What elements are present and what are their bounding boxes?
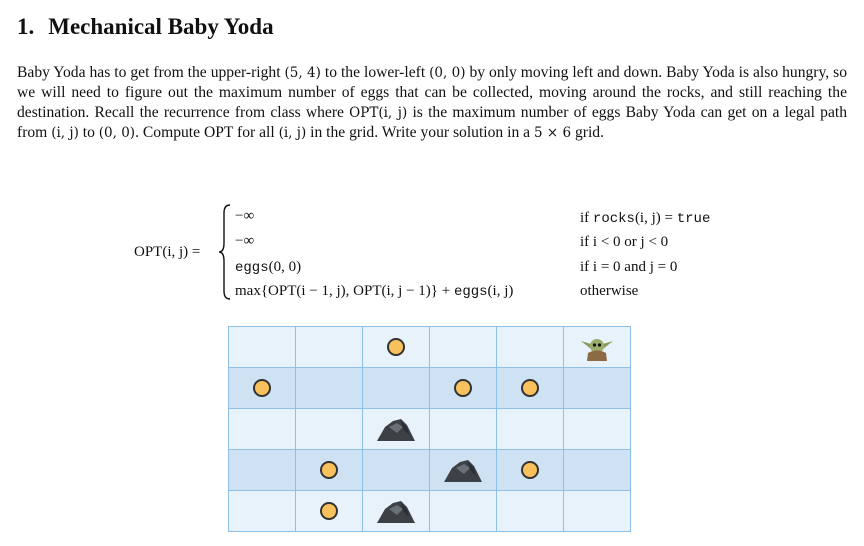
grid-cell [430, 450, 497, 491]
grid-cell [564, 368, 631, 409]
grid-cell [430, 368, 497, 409]
grid-cell [564, 327, 631, 368]
grid-cell [296, 450, 363, 491]
grid-cell [497, 450, 564, 491]
baby-yoda-icon [581, 339, 613, 361]
grid-cell [430, 491, 497, 532]
egg-icon [454, 379, 472, 397]
grid-cell [430, 409, 497, 450]
grid-cell [564, 409, 631, 450]
grid-cell [363, 491, 430, 532]
grid-cell [296, 368, 363, 409]
grid-cell [363, 327, 430, 368]
egg-icon [521, 379, 539, 397]
grid-cell [229, 368, 296, 409]
text-segment: . Compute OPT for all [135, 124, 279, 141]
math-inline: 5 × 6 [533, 125, 572, 141]
grid-cell [564, 450, 631, 491]
math-inline: (0, 0) [98, 125, 136, 141]
egg-icon [253, 379, 271, 397]
egg-icon [320, 461, 338, 479]
text-segment: to the lower-left [320, 64, 430, 81]
grid-cell [296, 327, 363, 368]
rock-icon [377, 501, 415, 523]
grid-cell [363, 409, 430, 450]
grid-cell [296, 409, 363, 450]
math-inline: (5, 4) [284, 65, 321, 81]
grid-cell [229, 491, 296, 532]
grid-cell [497, 368, 564, 409]
text-segment: Baby Yoda has to get from the upper-righ… [17, 64, 285, 81]
grid-cell [363, 450, 430, 491]
grid-cell [497, 409, 564, 450]
section-title: Mechanical Baby Yoda [48, 14, 274, 39]
text-segment: in the grid. Write your solution in a [306, 124, 534, 141]
text-segment: grid. [571, 124, 604, 141]
grid-cell [564, 491, 631, 532]
math-inline: OPT(i, j) [349, 105, 408, 121]
grid-cell [430, 327, 497, 368]
section-heading: 1. Mechanical Baby Yoda [17, 14, 274, 40]
text-segment: to [78, 124, 99, 141]
rock-icon [377, 419, 415, 441]
case-expression: −∞ [235, 208, 255, 224]
grid-cell [229, 450, 296, 491]
case-condition: if i = 0 and j = 0 [580, 259, 678, 275]
egg-icon [320, 502, 338, 520]
grid-cell [296, 491, 363, 532]
math-inline: (i, j) [278, 125, 307, 141]
case-expression: eggs(0, 0) [235, 259, 302, 276]
grid-cell [497, 491, 564, 532]
grid-cell [229, 327, 296, 368]
left-brace-icon [218, 204, 231, 300]
grid-cell [497, 327, 564, 368]
case-expression: max{OPT(i − 1, j), OPT(i, j − 1)} + eggs… [235, 283, 514, 300]
case-expression: −∞ [235, 233, 255, 249]
egg-icon [387, 338, 405, 356]
grid-cell [363, 368, 430, 409]
case-condition: if rocks(i, j) = true [580, 210, 711, 227]
math-inline: (i, j) [51, 125, 79, 141]
problem-description: Baby Yoda has to get from the upper-righ… [17, 63, 847, 143]
case-condition: if i < 0 or j < 0 [580, 234, 669, 250]
grid-cell [229, 409, 296, 450]
egg-icon [521, 461, 539, 479]
case-condition: otherwise [580, 283, 639, 299]
recurrence-lhs: OPT(i, j) = [134, 244, 201, 260]
section-number: 1. [17, 14, 35, 39]
rock-icon [444, 460, 482, 482]
yoda-grid [228, 326, 631, 532]
math-inline: (0, 0) [429, 65, 466, 81]
